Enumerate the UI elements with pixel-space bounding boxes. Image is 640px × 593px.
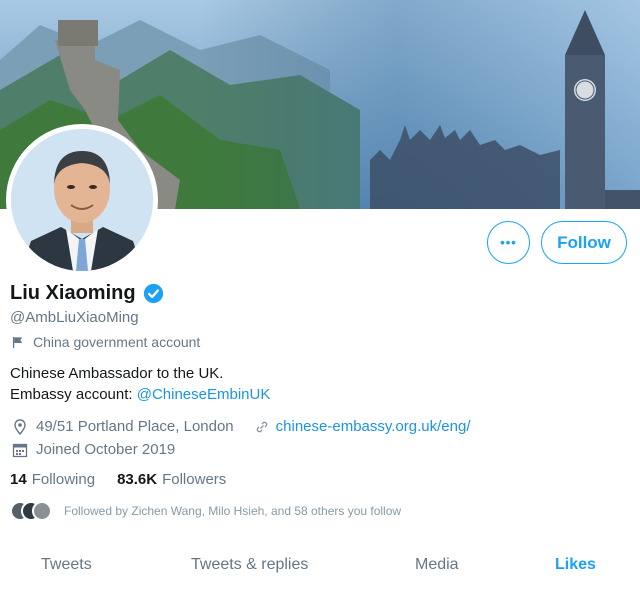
bio-line-2-prefix: Embassy account:: [10, 386, 137, 403]
government-label-text: China government account: [33, 334, 201, 350]
flag-icon: [12, 336, 23, 348]
tab-media[interactable]: Media: [415, 556, 459, 574]
tab-tweets-and-replies[interactable]: Tweets & replies: [191, 556, 308, 574]
bio-line-2: Embassy account: @ChineseEmbinUK: [10, 384, 270, 405]
profile-website-link[interactable]: chinese-embassy.org.uk/eng/: [276, 418, 471, 435]
profile-avatar-frame[interactable]: [6, 124, 158, 276]
tab-tweets[interactable]: Tweets: [41, 556, 92, 574]
more-options-button[interactable]: •••: [487, 221, 530, 264]
profile-meta-joined: Joined October 2019: [12, 441, 175, 458]
calendar-icon: [12, 443, 28, 457]
followed-by-avatars: [10, 501, 54, 521]
profile-bio: Chinese Ambassador to the UK. Embassy ac…: [10, 363, 270, 405]
follow-button-label: Follow: [557, 232, 611, 252]
following-stat[interactable]: 14 Following: [10, 471, 95, 488]
profile-tabs: Tweets Tweets & replies Media Likes: [0, 548, 640, 588]
tab-likes[interactable]: Likes: [555, 556, 596, 574]
profile-name: Liu Xiaoming: [10, 282, 136, 304]
profile-name-row: Liu Xiaoming: [10, 282, 164, 305]
bio-line-1: Chinese Ambassador to the UK.: [10, 365, 224, 382]
profile-stats: 14 Following 83.6K Followers: [10, 471, 248, 488]
mini-avatar: [32, 501, 52, 521]
avatar[interactable]: [11, 129, 153, 271]
followed-by-row[interactable]: Followed by Zichen Wang, Milo Hsieh, and…: [10, 501, 401, 521]
followers-count: 83.6K: [117, 471, 158, 488]
profile-location: 49/51 Portland Place, London: [36, 418, 234, 435]
verified-badge-icon: [143, 283, 163, 304]
following-count: 14: [10, 471, 27, 488]
embassy-account-link[interactable]: @ChineseEmbinUK: [137, 386, 271, 403]
following-label: Following: [31, 471, 96, 488]
avatar-image: [11, 129, 153, 271]
more-icon: •••: [500, 235, 517, 250]
follow-button[interactable]: Follow: [541, 221, 627, 264]
profile-handle: @AmbLiuXiaoMing: [10, 309, 139, 326]
profile-joined-date: Joined October 2019: [36, 441, 176, 458]
followed-by-text: Followed by Zichen Wang, Milo Hsieh, and…: [64, 504, 402, 518]
link-icon: [256, 421, 267, 432]
government-account-label[interactable]: China government account: [12, 334, 200, 350]
location-pin-icon: [14, 418, 26, 435]
followers-stat[interactable]: 83.6K Followers: [117, 471, 226, 488]
followers-label: Followers: [162, 471, 227, 488]
profile-meta-location-website: 49/51 Portland Place, London chinese-emb…: [12, 418, 470, 435]
